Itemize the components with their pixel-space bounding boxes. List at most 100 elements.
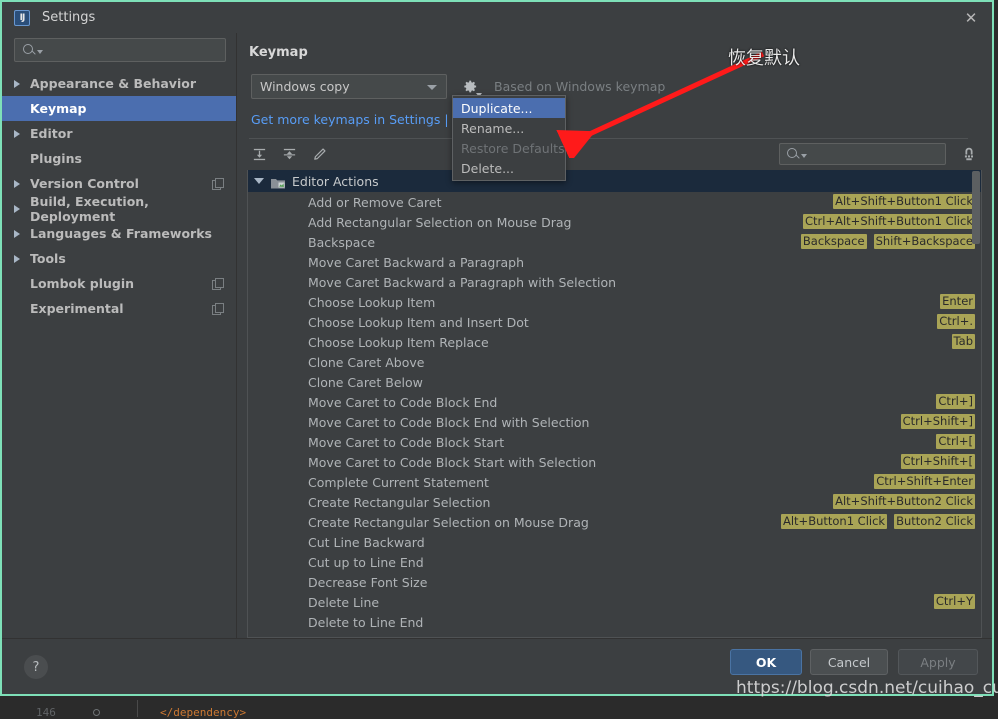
sidebar-item-editor[interactable]: Editor	[2, 121, 236, 146]
sidebar-item-label: Appearance & Behavior	[30, 76, 196, 91]
ide-gutter-separator	[137, 700, 138, 717]
action-name: Move Caret to Code Block End	[308, 394, 498, 410]
action-shortcuts: Ctrl+[	[936, 434, 975, 449]
menu-item-rename[interactable]: Rename...	[453, 118, 565, 138]
chevron-right-icon[interactable]	[14, 229, 30, 238]
action-name: Move Caret Backward a Paragraph with Sel…	[308, 274, 617, 290]
action-row[interactable]: Move Caret to Code Block Start Ctrl+[	[248, 432, 981, 452]
find-by-shortcut-icon[interactable]	[958, 144, 980, 164]
apply-button[interactable]: Apply	[898, 649, 978, 675]
expand-all-icon[interactable]	[247, 144, 271, 166]
action-group-row[interactable]: Editor Actions	[248, 170, 981, 192]
keymap-settings-panel: Keymap Windows copy Based on Windows key…	[237, 33, 992, 638]
chevron-right-icon[interactable]	[14, 179, 30, 188]
sidebar-search-input[interactable]	[14, 38, 226, 62]
shortcut-badge: Alt+Button1 Click	[780, 514, 888, 529]
shortcut-badge: Ctrl+Shift+]	[900, 414, 975, 429]
action-name: Move Caret to Code Block End with Select…	[308, 414, 590, 430]
keymap-action-list: Editor Actions Add or Remove Caret Alt+Sh…	[247, 170, 982, 638]
menu-item-restore-defaults: Restore Defaults	[461, 140, 565, 156]
action-row[interactable]: Add Rectangular Selection on Mouse Drag C…	[248, 212, 981, 232]
shortcut-badge: Shift+Backspace	[873, 234, 975, 249]
shortcut-badge: Ctrl+Shift+[	[900, 454, 975, 469]
sidebar-item-label: Plugins	[30, 151, 82, 166]
project-scope-icon	[212, 278, 224, 290]
keymap-search-input[interactable]	[779, 143, 946, 165]
action-shortcuts: Enter	[940, 294, 975, 309]
action-row[interactable]: Cut Line Backward	[248, 532, 981, 552]
action-row[interactable]: Clone Caret Above	[248, 352, 981, 372]
action-row[interactable]: Move Caret Backward a Paragraph	[248, 252, 981, 272]
action-name: Move Caret to Code Block Start with Sele…	[308, 454, 597, 470]
dialog-title: Settings	[42, 10, 96, 25]
annotation-text: 恢复默认	[728, 48, 800, 69]
shortcut-badge: Alt+Shift+Button2 Click	[833, 494, 975, 509]
list-scrollbar-thumb[interactable]	[972, 171, 980, 244]
sidebar-item-languages-frameworks[interactable]: Languages & Frameworks	[2, 221, 236, 246]
action-name: Cut up to Line End	[308, 554, 424, 570]
action-row[interactable]: Complete Current Statement Ctrl+Shift+Ent…	[248, 472, 981, 492]
action-shortcuts: Alt+Shift+Button1 Click	[833, 194, 975, 209]
action-group-label: Editor Actions	[292, 173, 379, 189]
action-row[interactable]: Choose Lookup Item and Insert Dot Ctrl+.	[248, 312, 981, 332]
sidebar-item-lombok-plugin[interactable]: Lombok plugin	[2, 271, 236, 296]
action-row[interactable]: Move Caret Backward a Paragraph with Sel…	[248, 272, 981, 292]
shortcut-badge: Ctrl+Y	[933, 594, 975, 609]
sidebar-item-plugins[interactable]: Plugins	[2, 146, 236, 171]
sidebar-item-label: Experimental	[30, 301, 124, 316]
keymap-dropdown[interactable]: Windows copy	[251, 74, 447, 99]
action-row[interactable]: Delete to Line End	[248, 612, 981, 632]
sidebar-search-container	[2, 33, 236, 71]
action-shortcuts: Ctrl+Shift+[	[900, 454, 975, 469]
settings-dialog: IJ Settings ✕ Appearance & Behavior Keyma…	[0, 0, 994, 696]
action-row[interactable]: Clone Caret Below	[248, 372, 981, 392]
action-row[interactable]: Choose Lookup Item Enter	[248, 292, 981, 312]
list-scrollbar[interactable]	[972, 170, 981, 637]
sidebar-item-label: Tools	[30, 251, 66, 266]
settings-sidebar: Appearance & Behavior Keymap Editor Plugins…	[2, 33, 237, 638]
chevron-right-icon[interactable]	[14, 254, 30, 263]
action-name: Clone Caret Above	[308, 354, 425, 370]
action-row[interactable]: Choose Lookup Item Replace Tab	[248, 332, 981, 352]
pencil-edit-icon[interactable]	[307, 144, 331, 166]
help-button[interactable]: ?	[24, 655, 48, 679]
action-row[interactable]: Delete Line Ctrl+Y	[248, 592, 981, 612]
action-row[interactable]: Move Caret to Code Block End with Select…	[248, 412, 981, 432]
sidebar-item-experimental[interactable]: Experimental	[2, 296, 236, 321]
sidebar-item-appearance-behavior[interactable]: Appearance & Behavior	[2, 71, 236, 96]
ok-button[interactable]: OK	[730, 649, 802, 675]
menu-item-duplicate[interactable]: Duplicate...	[453, 98, 565, 118]
action-row[interactable]: Backspace Backspace Shift+Backspace	[248, 232, 981, 252]
project-scope-icon	[212, 303, 224, 315]
action-name: Choose Lookup Item	[308, 294, 436, 310]
action-name: Delete Line	[308, 594, 380, 610]
action-name: Add Rectangular Selection on Mouse Drag	[308, 214, 572, 230]
keymap-list-toolbar	[237, 139, 992, 170]
action-row[interactable]: Cut up to Line End	[248, 552, 981, 572]
shortcut-badge: Enter	[940, 294, 975, 309]
shortcut-badge: Ctrl+[	[936, 434, 975, 449]
chevron-right-icon[interactable]	[14, 79, 30, 88]
action-name: Move Caret to Code Block Start	[308, 434, 505, 450]
sidebar-item-tools[interactable]: Tools	[2, 246, 236, 271]
sidebar-item-build-execution-deployment[interactable]: Build, Execution, Deployment	[2, 194, 236, 224]
search-icon	[786, 147, 800, 161]
chevron-down-icon	[37, 50, 43, 54]
close-icon[interactable]: ✕	[960, 8, 982, 28]
cancel-button[interactable]: Cancel	[810, 649, 888, 675]
action-shortcuts: Ctrl+Y	[933, 594, 975, 609]
collapse-all-icon[interactable]	[277, 144, 301, 166]
action-row[interactable]: Move Caret to Code Block Start with Sele…	[248, 452, 981, 472]
action-row[interactable]: Create Rectangular Selection Alt+Shift+Bu…	[248, 492, 981, 512]
action-row[interactable]: Move Caret to Code Block End Ctrl+]	[248, 392, 981, 412]
action-row[interactable]: Create Rectangular Selection on Mouse Dr…	[248, 512, 981, 532]
action-row[interactable]: Decrease Font Size	[248, 572, 981, 592]
action-shortcuts: Alt+Button1 Click Button2 Click	[780, 514, 975, 529]
sidebar-item-version-control[interactable]: Version Control	[2, 171, 236, 196]
menu-item-delete[interactable]: Delete...	[453, 158, 565, 178]
sidebar-item-keymap[interactable]: Keymap	[2, 96, 236, 121]
chevron-right-icon[interactable]	[14, 204, 30, 213]
chevron-right-icon[interactable]	[14, 129, 30, 138]
action-row[interactable]: Add or Remove Caret Alt+Shift+Button1 Cli…	[248, 192, 981, 212]
code-fold-marker	[93, 709, 100, 716]
